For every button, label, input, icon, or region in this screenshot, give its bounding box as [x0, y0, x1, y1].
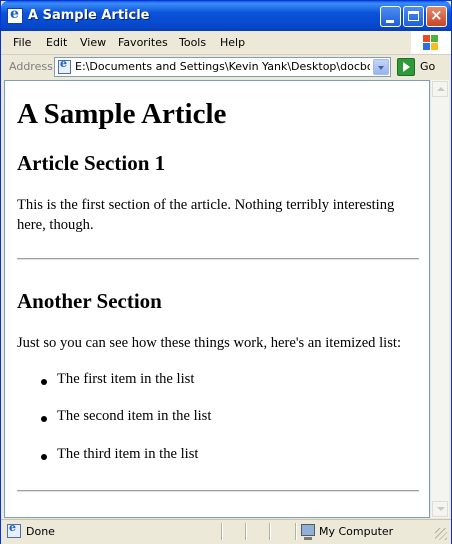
- scroll-up-button[interactable]: [432, 81, 448, 97]
- section-1-paragraph: This is the first section of the article…: [17, 197, 395, 233]
- bullet-icon: [41, 454, 47, 460]
- list-item-3: The third item in the list: [57, 446, 199, 462]
- minimize-button[interactable]: [380, 6, 401, 27]
- section-1-heading: Article Section 1: [17, 151, 166, 175]
- divider: [17, 490, 419, 492]
- article-title: A Sample Article: [17, 98, 227, 130]
- go-arrow-icon[interactable]: [397, 58, 415, 76]
- status-separator: [295, 523, 297, 540]
- window-title: A Sample Article: [28, 8, 150, 23]
- windows-logo-red: [423, 35, 430, 42]
- list-item-2: The second item in the list: [57, 408, 212, 424]
- close-icon: ×: [430, 6, 443, 24]
- address-bar: Address E:\Documents and Settings\Kevin …: [1, 55, 451, 79]
- status-separator: [269, 523, 271, 540]
- menu-favorites[interactable]: Favorites: [118, 36, 168, 49]
- status-bar: Done My Computer: [1, 519, 451, 544]
- my-computer-icon: [301, 524, 315, 540]
- menu-edit[interactable]: Edit: [46, 36, 67, 49]
- maximize-button[interactable]: [403, 6, 424, 27]
- windows-logo-yellow: [431, 43, 438, 50]
- windows-logo-blue: [423, 43, 430, 50]
- address-dropdown-button[interactable]: [373, 59, 389, 75]
- resize-grip[interactable]: [435, 528, 447, 540]
- section-2-paragraph: Just so you can see how these things wor…: [17, 335, 402, 351]
- address-value[interactable]: E:\Documents and Settings\Kevin Yank\Des…: [75, 60, 370, 73]
- windows-logo-icon: [411, 31, 451, 54]
- page-content: A Sample Article Article Section 1 This …: [4, 80, 430, 518]
- title-bar[interactable]: A Sample Article ×: [1, 1, 451, 31]
- address-label: Address: [9, 60, 53, 73]
- menu-help[interactable]: Help: [220, 36, 245, 49]
- windows-logo-green: [431, 35, 438, 42]
- go-button[interactable]: Go: [420, 60, 435, 73]
- address-input[interactable]: E:\Documents and Settings\Kevin Yank\Des…: [54, 57, 391, 77]
- page-icon: [58, 57, 71, 74]
- page-status-icon: [7, 521, 21, 538]
- list-item-1: The first item in the list: [57, 371, 195, 387]
- bullet-icon: [41, 416, 47, 422]
- bullet-icon: [41, 379, 47, 385]
- close-button[interactable]: ×: [426, 6, 447, 27]
- vertical-scrollbar[interactable]: [430, 80, 449, 518]
- status-text: Done: [26, 525, 55, 538]
- maximize-icon: [408, 11, 419, 21]
- scroll-down-button[interactable]: [432, 501, 448, 517]
- menu-tools[interactable]: Tools: [179, 36, 206, 49]
- status-separator: [245, 523, 247, 540]
- status-separator: [221, 523, 223, 540]
- minimize-icon: [386, 20, 394, 23]
- menu-view[interactable]: View: [80, 36, 106, 49]
- divider: [17, 258, 419, 260]
- zone-text: My Computer: [319, 525, 394, 538]
- internet-explorer-icon[interactable]: [7, 6, 23, 24]
- browser-window: A Sample Article × File Edit View Favori…: [0, 0, 452, 544]
- menu-bar: File Edit View Favorites Tools Help: [1, 31, 451, 55]
- menu-file[interactable]: File: [13, 36, 31, 49]
- section-2-heading: Another Section: [17, 289, 162, 313]
